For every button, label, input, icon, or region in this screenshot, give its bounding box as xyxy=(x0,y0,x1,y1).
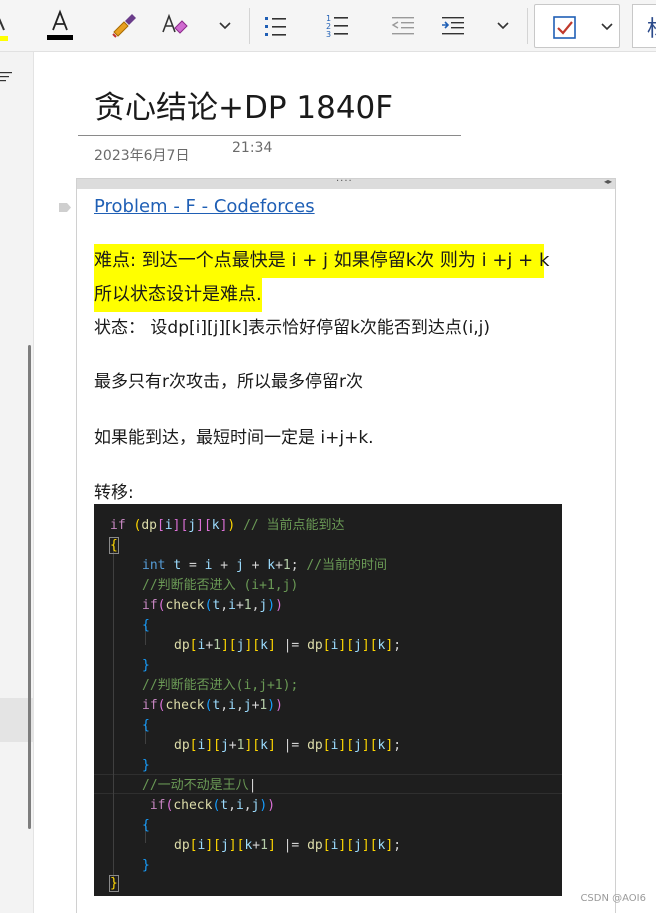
clear-formatting-button[interactable] xyxy=(158,6,190,46)
code-line: //一动不动是王八| xyxy=(142,778,257,793)
tag-gallery[interactable] xyxy=(534,4,620,48)
svg-text:3: 3 xyxy=(326,30,331,39)
decrease-indent-button[interactable] xyxy=(386,6,420,46)
codeforces-link[interactable]: Problem - F - Codeforces xyxy=(94,196,315,217)
font-color-icon xyxy=(47,9,73,40)
bulleted-list-icon xyxy=(265,17,286,36)
font-color-button[interactable] xyxy=(44,6,76,46)
format-painter-icon xyxy=(112,14,136,38)
code-line: //判断能否进入 (i+1,j) xyxy=(142,576,298,596)
code-line: dp[i][j][k+1] |= dp[i][j][k]; xyxy=(174,838,402,853)
toolbar-divider xyxy=(527,8,528,44)
highlighted-difficulty-line: 难点: 到达一个点最快是 i + j 如果停留k次 则为 i +j + k xyxy=(94,244,549,278)
page-list-scrollbar[interactable] xyxy=(28,345,31,829)
bulleted-list-button[interactable] xyxy=(258,6,292,46)
paragraph-format-dropdown[interactable] xyxy=(490,6,516,46)
chevron-down-icon xyxy=(497,22,509,30)
increase-indent-button[interactable] xyxy=(436,6,470,46)
container-drag-bar[interactable]: ···· ◂▸ xyxy=(77,176,615,189)
code-line: { xyxy=(142,618,150,633)
chevron-down-icon xyxy=(219,22,231,30)
code-line: { xyxy=(142,818,150,833)
page-date: 2023年6月7日 xyxy=(94,148,190,164)
page-time: 21:34 xyxy=(232,140,273,156)
styles-glyph: 标 xyxy=(647,11,656,43)
code-line: if(check(t,i,j+1)) xyxy=(142,698,283,713)
numbered-list-icon: 1 2 3 xyxy=(326,14,348,39)
csdn-watermark: CSDN @AOI6 xyxy=(580,893,646,904)
chevron-down-icon[interactable] xyxy=(599,19,615,35)
format-painter-button[interactable] xyxy=(108,6,140,46)
page-list-rail xyxy=(0,52,34,913)
title-underline xyxy=(78,135,461,136)
menu-icon[interactable] xyxy=(0,70,14,84)
code-line: } xyxy=(109,875,119,892)
toolbar-divider xyxy=(249,8,250,44)
transfer-label: 转移: xyxy=(94,483,134,503)
increase-indent-icon xyxy=(442,17,464,35)
code-comment: //判断能否进入 (i+1,j) xyxy=(142,578,299,593)
decrease-indent-icon xyxy=(391,17,414,35)
highlight-icon xyxy=(0,18,8,41)
code-line: } xyxy=(142,658,150,673)
code-line: dp[i][j+1][k] |= dp[i][j][k]; xyxy=(174,738,402,753)
highlight-button[interactable] xyxy=(0,6,14,46)
state-definition-text: 状态： 设dp[i][j][k]表示恰好停留k次能否到达点(i,j) xyxy=(94,318,491,338)
todo-tag-icon[interactable] xyxy=(552,15,578,41)
code-comment: //判断能否进入(i,j+1); xyxy=(142,678,299,693)
code-comment: //一动不动是王八 xyxy=(142,778,249,793)
indent-guide xyxy=(113,545,114,883)
text-format-dropdown[interactable] xyxy=(212,6,238,46)
code-line: if(check(t,i,j)) xyxy=(149,798,276,813)
code-line: { xyxy=(142,718,150,733)
shortest-time-text: 如果能到达，最短时间一定是 i+j+k. xyxy=(94,428,374,448)
highlighted-state-design-line: 所以状态设计是难点. xyxy=(94,278,262,312)
code-comment: //当前的时间 xyxy=(306,558,388,573)
code-line: if (dp[i][j][k]) // 当前点能到达 xyxy=(110,518,345,533)
ribbon-toolbar: 1 2 3 xyxy=(0,0,656,52)
resize-arrows-icon[interactable]: ◂▸ xyxy=(604,177,612,186)
code-line: //判断能否进入(i,j+1); xyxy=(142,676,298,696)
code-line: { xyxy=(109,537,119,554)
code-block[interactable]: if (dp[i][j][k]) // 当前点能到达 { int t = i +… xyxy=(94,504,562,896)
code-line: } xyxy=(142,858,150,873)
page-title[interactable]: 贪心结论+DP 1840F xyxy=(94,82,393,127)
paragraph-handle-icon[interactable] xyxy=(58,201,72,214)
numbered-list-button[interactable]: 1 2 3 xyxy=(320,6,354,46)
code-line: } xyxy=(142,758,150,773)
code-line: int t = i + j + k+1; //当前的时间 xyxy=(142,558,388,573)
attacks-text: 最多只有r次攻击，所以最多停留r次 xyxy=(94,372,363,392)
grip-icon[interactable]: ···· xyxy=(336,176,353,187)
styles-gallery[interactable]: 标 xyxy=(632,4,656,48)
code-line: if(check(t,i+1,j)) xyxy=(142,598,283,613)
clear-formatting-icon xyxy=(162,13,188,34)
code-comment: // 当前点能到达 xyxy=(243,518,345,533)
code-line: dp[i+1][j][k] |= dp[i][j][k]; xyxy=(174,638,402,653)
